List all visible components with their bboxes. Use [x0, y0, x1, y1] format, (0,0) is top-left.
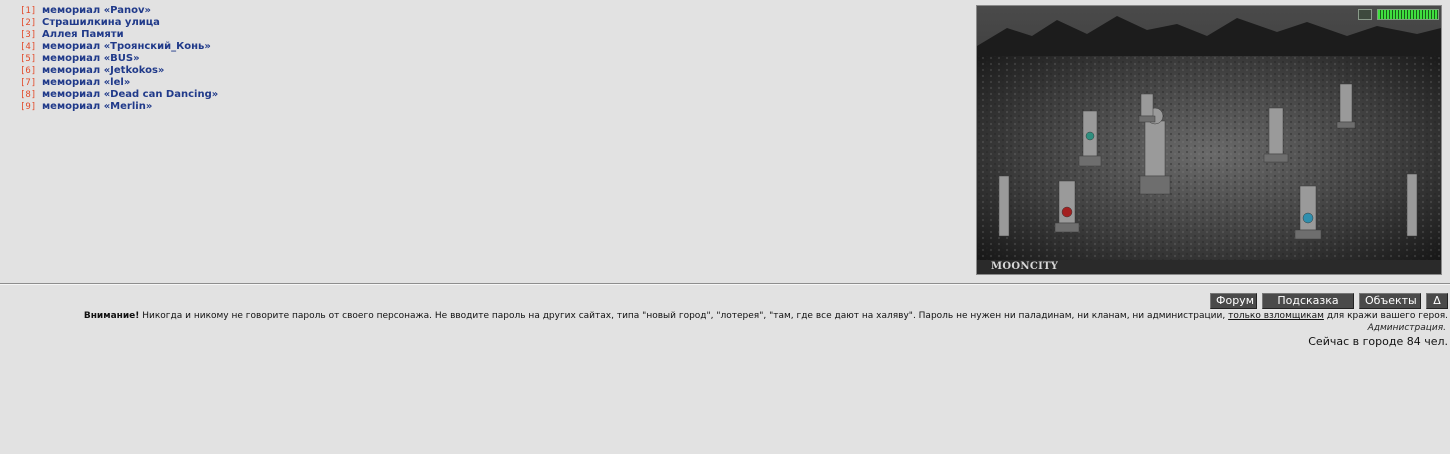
location-item[interactable]: [3] Аллея Памяти — [20, 29, 218, 41]
health-bar — [1377, 9, 1439, 20]
location-number: [9] — [20, 102, 37, 112]
location-item[interactable]: [1] мемориал «Panov» — [20, 5, 218, 17]
location-link[interactable]: мемориал «lel» — [42, 77, 130, 88]
location-number: [2] — [20, 18, 37, 28]
online-count: Сейчас в городе 84 чел. — [1308, 335, 1448, 348]
scene-location-name: MOONCITY — [991, 261, 1059, 272]
location-link[interactable]: Страшилкина улица — [42, 17, 160, 28]
location-item[interactable]: [9] мемориал «Merlin» — [20, 101, 218, 113]
delta-button[interactable]: Δ — [1426, 293, 1448, 309]
location-link[interactable]: мемориал «Jetkokos» — [42, 65, 164, 76]
location-link[interactable]: мемориал «Merlin» — [42, 101, 152, 112]
scene-toggle-button[interactable] — [1358, 9, 1372, 20]
objects-button[interactable]: Объекты — [1359, 293, 1421, 309]
location-item[interactable]: [4] мемориал «Троянский_Конь» — [20, 41, 218, 53]
location-number: [8] — [20, 90, 37, 100]
location-link[interactable]: мемориал «Троянский_Конь» — [42, 41, 211, 52]
warning-suffix: для кражи вашего героя. — [1326, 311, 1448, 321]
location-number: [7] — [20, 78, 37, 88]
warning-prefix: Внимание! — [83, 311, 140, 321]
hint-button[interactable]: Подсказка — [1262, 293, 1354, 309]
nav-buttons: Форум Подсказка Объекты Δ — [1210, 293, 1448, 309]
scene-canvas — [977, 6, 1441, 274]
forum-button[interactable]: Форум — [1210, 293, 1257, 309]
location-list: [1] мемориал «Panov» [2] Страшилкина улица… — [20, 5, 218, 113]
divider — [0, 283, 1450, 285]
location-number: [1] — [20, 6, 37, 16]
location-item[interactable]: [5] мемориал «BUS» — [20, 53, 218, 65]
location-number: [3] — [20, 30, 37, 40]
location-number: [6] — [20, 66, 37, 76]
security-warning: Внимание! Никогда и никому не говорите п… — [48, 310, 1448, 323]
warning-text: Никогда и никому не говорите пароль от с… — [142, 311, 1226, 321]
location-link[interactable]: мемориал «Dead can Dancing» — [42, 89, 218, 100]
location-number: [5] — [20, 54, 37, 64]
location-item[interactable]: [6] мемориал «Jetkokos» — [20, 65, 218, 77]
location-item[interactable]: [8] мемориал «Dead can Dancing» — [20, 89, 218, 101]
hackers-link[interactable]: только взломщикам — [1228, 311, 1324, 321]
location-item[interactable]: [2] Страшилкина улица — [20, 17, 218, 29]
admin-signature: Администрация. — [1367, 323, 1446, 333]
location-link[interactable]: мемориал «BUS» — [42, 53, 140, 64]
location-item[interactable]: [7] мемориал «lel» — [20, 77, 218, 89]
location-link[interactable]: мемориал «Panov» — [42, 5, 151, 16]
location-scene: MOONCITY — [976, 5, 1442, 275]
location-number: [4] — [20, 42, 37, 52]
location-link[interactable]: Аллея Памяти — [42, 29, 124, 40]
